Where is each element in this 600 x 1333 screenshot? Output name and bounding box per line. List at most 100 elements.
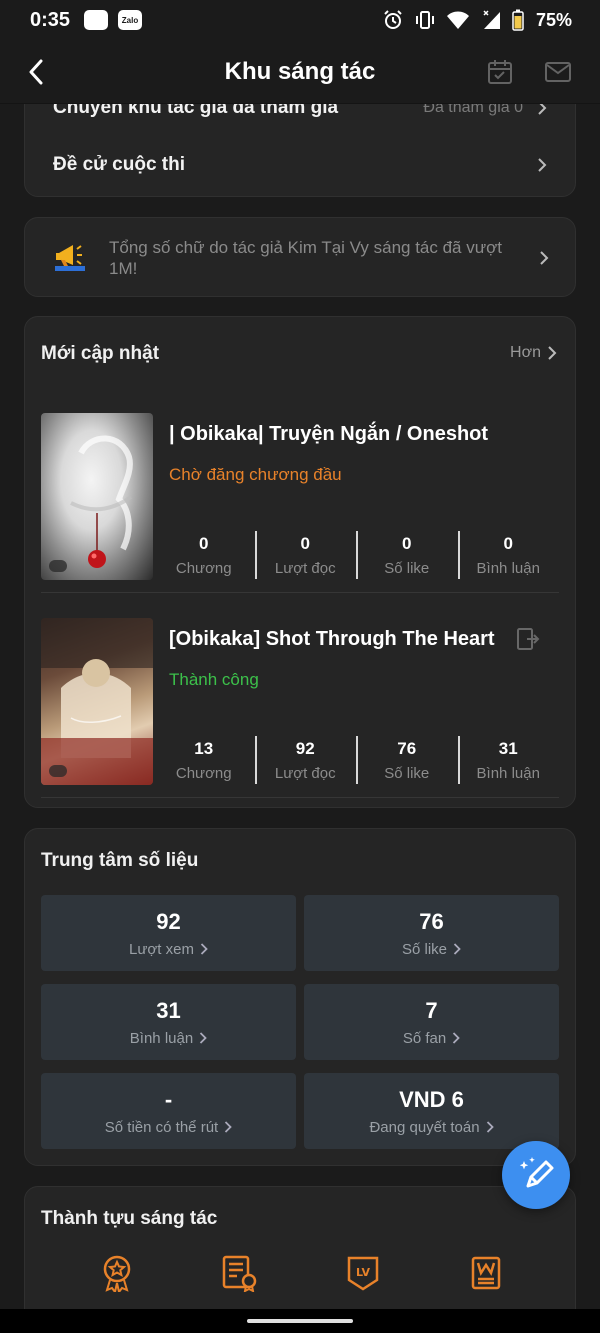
stat-label: Chương: [175, 764, 232, 782]
screen: 0:35 Zalo 75% Khu sáng tác Chuyên khu tá…: [0, 0, 600, 1333]
signal-icon: [483, 10, 500, 29]
app-header: Khu sáng tác: [0, 40, 600, 104]
chevron-right-icon: [453, 943, 461, 955]
achievement-icons: LV: [25, 1253, 577, 1293]
milestone-notice-card[interactable]: Tổng số chữ do tác giả Kim Tại Vy sáng t…: [24, 217, 576, 297]
stat-value: 31: [498, 738, 518, 758]
contest-nomination-label: Đề cử cuộc thi: [53, 154, 186, 175]
cover-art: [70, 435, 133, 568]
vibrate-icon: [415, 11, 434, 29]
book-item[interactable]: [Obikaka] Shot Through The Heart Thành c…: [41, 618, 559, 798]
metric-value: 92: [156, 908, 181, 934]
chat-badge-icon: [49, 560, 67, 572]
chevron-right-icon: [548, 346, 557, 360]
stat-likes: 76 Số like: [356, 736, 458, 784]
svg-text:LV: LV: [355, 1266, 369, 1279]
achievements-title: Thành tựu sáng tác: [41, 1208, 218, 1229]
stat-label: Bình luận: [476, 559, 540, 577]
magic-pen-icon: [519, 1157, 554, 1188]
stat-label: Bình luận: [476, 764, 540, 782]
battery-percent: 75%: [535, 9, 572, 30]
metric-value: 7: [425, 997, 438, 1023]
megaphone-icon: [55, 245, 85, 271]
book-stats: 13 Chương 92 Lượt đọc 76 Số like 31 Bình…: [153, 736, 559, 784]
system-nav-bar: [0, 1309, 600, 1333]
chevron-right-icon: [453, 1032, 460, 1044]
metric-value: VND 6: [399, 1086, 464, 1112]
recent-updates-card: Mới cập nhật Hơn | Obikaka| Truyện Ngắn …: [24, 316, 576, 808]
book-item[interactable]: | Obikaka| Truyện Ngắn / Oneshot Chờ đăn…: [41, 413, 559, 593]
chat-badge-icon: [49, 765, 67, 777]
more-label: Hơn: [510, 344, 541, 361]
book-status: Chờ đăng chương đầu: [169, 465, 342, 484]
mail-button[interactable]: [542, 56, 574, 88]
data-center-card: Trung tâm số liệu 92 Lượt xem 76 Số like…: [24, 828, 576, 1166]
data-center-title: Trung tâm số liệu: [41, 850, 199, 871]
metric-label: Lượt xem: [129, 941, 208, 958]
app-notification-icon: [84, 10, 109, 30]
stat-value: 0: [199, 533, 209, 553]
status-bar: 0:35 Zalo 75%: [0, 0, 600, 40]
stat-comments: 31 Bình luận: [457, 736, 560, 784]
stat-value: 92: [295, 738, 315, 758]
chevron-right-icon: [540, 251, 549, 265]
notice-text: Tổng số chữ do tác giả Kim Tại Vy sáng t…: [109, 238, 502, 278]
metric-value: 31: [156, 997, 181, 1023]
wifi-icon: [446, 11, 469, 29]
book-title: | Obikaka| Truyện Ngắn / Oneshot: [169, 423, 489, 445]
stat-value: 0: [402, 533, 412, 553]
metric-label: Số fan: [403, 1030, 460, 1047]
book-cover-image: [41, 618, 153, 785]
recent-more-link[interactable]: Hơn: [510, 344, 557, 362]
medal-icon[interactable]: [97, 1253, 137, 1293]
calendar-button[interactable]: [484, 56, 516, 88]
zalo-notification-icon: Zalo: [118, 10, 143, 30]
chevron-right-icon: [486, 1121, 494, 1133]
metric-views[interactable]: 92 Lượt xem: [41, 895, 296, 971]
stat-reads: 92 Lượt đọc: [254, 736, 357, 784]
stat-comments: 0 Bình luận: [457, 531, 560, 579]
chevron-right-icon: [200, 1032, 207, 1044]
stat-chapters: 0 Chương: [153, 531, 255, 579]
metric-value: -: [164, 1086, 173, 1112]
stat-label: Chương: [175, 559, 232, 577]
chevron-left-icon: [29, 59, 43, 85]
chevron-right-icon: [200, 943, 208, 955]
home-gesture-handle[interactable]: [247, 1319, 353, 1323]
stat-value: 0: [300, 533, 310, 553]
metric-likes[interactable]: 76 Số like: [304, 895, 559, 971]
stat-chapters: 13 Chương: [153, 736, 255, 784]
metric-fans[interactable]: 7 Số fan: [304, 984, 559, 1060]
metric-label: Đang quyết toán: [369, 1119, 494, 1136]
calendar-check-icon: [488, 60, 512, 84]
back-button[interactable]: [18, 54, 54, 90]
status-icons: 75%: [382, 9, 572, 31]
stat-label: Số like: [384, 559, 430, 577]
metric-value: 76: [419, 908, 444, 934]
battery-icon: [512, 9, 524, 31]
level-badge-icon[interactable]: LV: [343, 1253, 383, 1293]
write-fab-button[interactable]: [502, 1141, 570, 1209]
writer-badge-icon[interactable]: [466, 1253, 506, 1293]
recent-section-title: Mới cập nhật: [41, 343, 160, 364]
metric-comments[interactable]: 31 Bình luận: [41, 984, 296, 1060]
stat-label: Số like: [384, 764, 430, 782]
stat-label: Lượt đọc: [274, 764, 336, 782]
metric-withdrawable[interactable]: - Số tiền có thể rút: [41, 1073, 296, 1149]
metric-settling[interactable]: VND 6 Đang quyết toán: [304, 1073, 559, 1149]
book-stats: 0 Chương 0 Lượt đọc 0 Số like 0 Bình luậ…: [153, 531, 559, 579]
stat-label: Lượt đọc: [274, 559, 336, 577]
metric-label: Số like: [402, 941, 461, 958]
export-icon[interactable]: [515, 626, 541, 652]
contest-nomination-row[interactable]: Đề cử cuộc thi: [25, 143, 575, 187]
certificate-icon[interactable]: [220, 1253, 260, 1293]
book-title: [Obikaka] Shot Through The Heart: [169, 628, 495, 650]
metric-grid: 92 Lượt xem 76 Số like 31 Bình luận 7 Số…: [41, 895, 559, 1149]
stat-reads: 0 Lượt đọc: [254, 531, 357, 579]
alarm-icon: [384, 10, 402, 29]
metric-label: Số tiền có thể rút: [105, 1119, 232, 1136]
book-status: Thành công: [169, 670, 259, 689]
chevron-right-icon: [538, 158, 547, 172]
stat-value: 13: [194, 738, 214, 758]
stat-likes: 0 Số like: [356, 531, 458, 579]
